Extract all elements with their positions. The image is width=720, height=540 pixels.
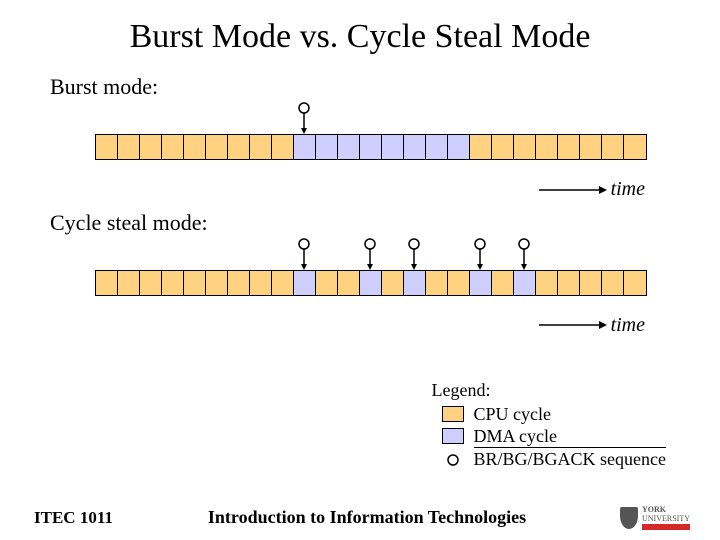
legend-dma-label: DMA cycle	[474, 425, 557, 447]
slide-title: Burst Mode vs. Cycle Steal Mode	[30, 18, 690, 56]
dma-cycle-cell	[382, 135, 404, 159]
footer: ITEC 1011 Introduction to Information Te…	[0, 505, 720, 530]
cpu-cycle-cell	[184, 271, 206, 295]
cpu-cycle-cell	[580, 271, 602, 295]
cpu-cycle-cell	[492, 271, 514, 295]
cpu-cycle-cell	[624, 135, 646, 159]
dma-cycle-cell	[470, 271, 492, 295]
cpu-cycle-cell	[184, 135, 206, 159]
dma-swatch-icon	[442, 428, 464, 444]
dma-cycle-cell	[404, 135, 426, 159]
cyclesteal-bar	[95, 270, 647, 296]
cpu-cycle-cell	[96, 135, 118, 159]
time-label: time	[611, 178, 645, 201]
cpu-cycle-cell	[338, 271, 360, 295]
legend-title: Legend:	[432, 380, 667, 401]
legend: Legend: CPU cycle DMA cycle BR/BG/BGACK …	[432, 380, 667, 470]
dma-cycle-cell	[360, 271, 382, 295]
steal-point-icon	[518, 238, 530, 272]
dma-cycle-cell	[338, 135, 360, 159]
time-arrow-icon	[537, 318, 607, 332]
cpu-cycle-cell	[580, 135, 602, 159]
cpu-cycle-cell	[602, 135, 624, 159]
cyclesteal-time-row: time	[30, 314, 690, 338]
br-sequence-icon	[442, 451, 464, 467]
cpu-cycle-cell	[382, 271, 404, 295]
dma-cycle-cell	[294, 271, 316, 295]
cpu-cycle-cell	[558, 135, 580, 159]
cpu-cycle-cell	[228, 135, 250, 159]
cpu-cycle-cell	[448, 271, 470, 295]
dma-cycle-cell	[426, 135, 448, 159]
dma-cycle-cell	[294, 135, 316, 159]
york-logo-icon: YORKUNIVERSITY	[610, 505, 690, 530]
dma-cycle-cell	[404, 271, 426, 295]
steal-point-icon	[298, 238, 310, 272]
cpu-cycle-cell	[118, 271, 140, 295]
cpu-cycle-cell	[272, 135, 294, 159]
cpu-cycle-cell	[96, 271, 118, 295]
cpu-cycle-cell	[250, 135, 272, 159]
footer-subtitle: Introduction to Information Technologies	[124, 507, 610, 528]
cpu-cycle-cell	[228, 271, 250, 295]
cpu-cycle-cell	[492, 135, 514, 159]
burst-mode-label: Burst mode:	[50, 74, 690, 100]
burst-time-row: time	[30, 178, 690, 202]
burst-bar	[95, 134, 647, 160]
cpu-cycle-cell	[602, 271, 624, 295]
steal-point-icon	[298, 102, 310, 136]
cyclesteal-diagram	[30, 240, 690, 310]
cpu-cycle-cell	[514, 135, 536, 159]
cyclesteal-mode-label: Cycle steal mode:	[50, 210, 690, 236]
cpu-cycle-cell	[140, 271, 162, 295]
time-arrow-icon	[537, 183, 607, 197]
legend-cpu-label: CPU cycle	[474, 403, 551, 425]
cpu-cycle-cell	[624, 271, 646, 295]
cpu-cycle-cell	[272, 271, 294, 295]
burst-diagram	[30, 104, 690, 174]
cpu-cycle-cell	[470, 135, 492, 159]
cpu-cycle-cell	[536, 135, 558, 159]
dma-cycle-cell	[514, 271, 536, 295]
dma-cycle-cell	[316, 135, 338, 159]
cpu-cycle-cell	[162, 271, 184, 295]
steal-point-icon	[364, 238, 376, 272]
cpu-swatch-icon	[442, 406, 464, 422]
cpu-cycle-cell	[558, 271, 580, 295]
cpu-cycle-cell	[206, 271, 228, 295]
cpu-cycle-cell	[316, 271, 338, 295]
time-label: time	[611, 314, 645, 337]
legend-br-label: BR/BG/BGACK sequence	[474, 447, 667, 470]
cpu-cycle-cell	[250, 271, 272, 295]
dma-cycle-cell	[448, 135, 470, 159]
cpu-cycle-cell	[206, 135, 228, 159]
cpu-cycle-cell	[536, 271, 558, 295]
cpu-cycle-cell	[162, 135, 184, 159]
steal-point-icon	[408, 238, 420, 272]
dma-cycle-cell	[360, 135, 382, 159]
cpu-cycle-cell	[118, 135, 140, 159]
cpu-cycle-cell	[426, 271, 448, 295]
steal-point-icon	[474, 238, 486, 272]
cpu-cycle-cell	[140, 135, 162, 159]
